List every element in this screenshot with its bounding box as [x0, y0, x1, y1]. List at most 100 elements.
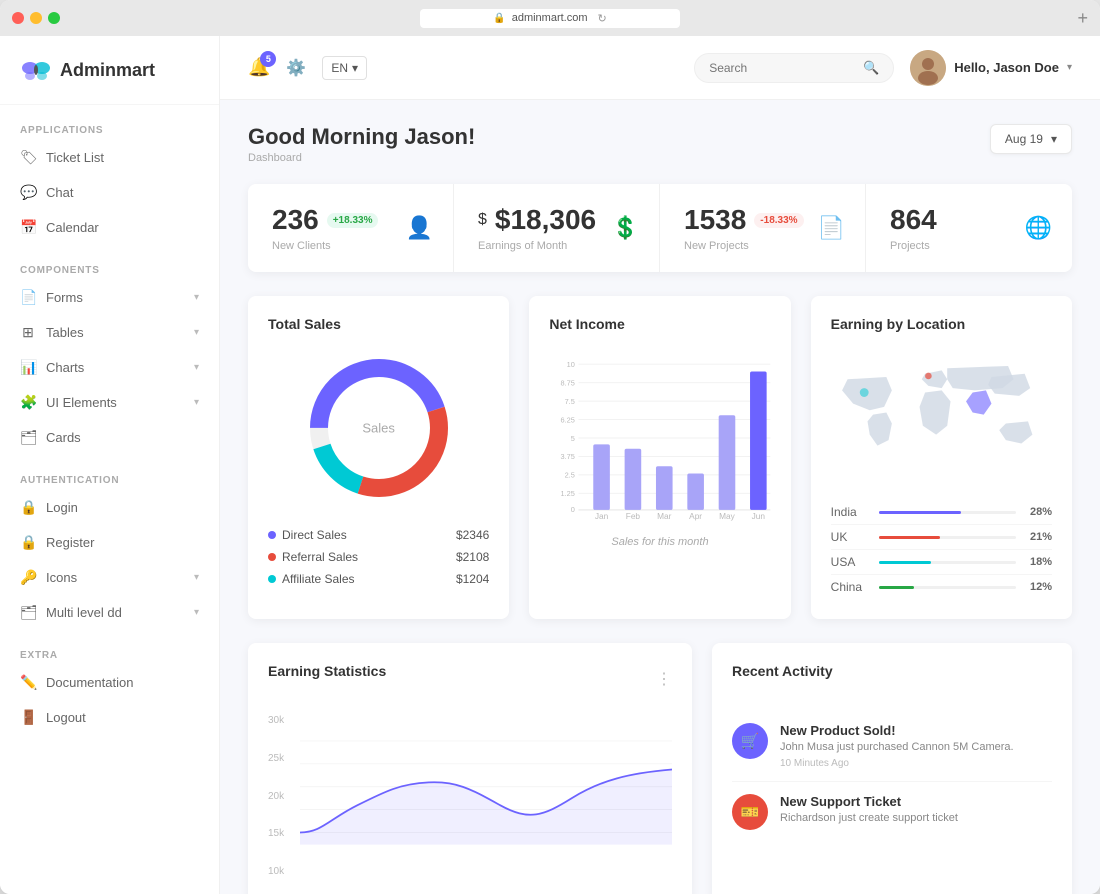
- china-bar-wrap: [879, 586, 1016, 589]
- search-input[interactable]: [709, 61, 855, 75]
- sidebar-item-documentation[interactable]: ✏️ Documentation: [0, 665, 219, 700]
- maximize-button[interactable]: [48, 12, 60, 24]
- breadcrumb: Dashboard: [248, 152, 475, 164]
- date-caret: ▾: [1051, 132, 1057, 146]
- svg-text:8.75: 8.75: [561, 378, 575, 387]
- india-label: India: [831, 505, 871, 519]
- clients-icon: 👤: [406, 215, 433, 241]
- sidebar-item-chat[interactable]: 💬 Chat: [0, 175, 219, 210]
- refresh-icon[interactable]: ↻: [598, 12, 607, 25]
- recent-activity-card: Recent Activity 🛒 New Product Sold! John…: [712, 643, 1072, 894]
- notification-bell[interactable]: 🔔 5: [248, 57, 270, 78]
- india-pct: 28%: [1024, 506, 1052, 518]
- lock-icon: 🔒: [493, 13, 505, 24]
- sidebar-label-ticket-list: Ticket List: [46, 150, 104, 165]
- product-sold-time: 10 Minutes Ago: [780, 758, 1014, 769]
- world-map: [831, 348, 1052, 488]
- india-bar: [879, 511, 961, 514]
- usa-label: USA: [831, 555, 871, 569]
- location-china: China 12%: [831, 575, 1052, 599]
- sidebar-item-login[interactable]: 🔒 Login: [0, 490, 219, 525]
- bar-chart-wrap: 10 8.75 7.5 6.25 5 3.75 2.5 1.25 0: [549, 348, 770, 528]
- y-label-30k: 30k: [268, 715, 300, 726]
- sidebar-item-tables[interactable]: ⊞ Tables ▾: [0, 315, 219, 350]
- date-picker[interactable]: Aug 19 ▾: [990, 124, 1072, 154]
- usa-bar-wrap: [879, 561, 1016, 564]
- section-title-components: COMPONENTS: [20, 265, 100, 276]
- product-sold-desc: John Musa just purchased Cannon 5M Camer…: [780, 740, 1014, 755]
- sidebar-label-calendar: Calendar: [46, 220, 99, 235]
- sidebar-item-cards[interactable]: 🗂 Cards: [0, 420, 219, 455]
- avatar: [910, 50, 946, 86]
- affiliate-sales-value: $1204: [456, 572, 489, 586]
- forms-icon: 📄: [20, 289, 36, 306]
- username-text: Jason Doe: [993, 60, 1059, 75]
- sidebar-item-charts[interactable]: 📊 Charts ▾: [0, 350, 219, 385]
- search-icon: 🔍: [863, 60, 879, 76]
- direct-sales-dot: [268, 531, 276, 539]
- minimize-button[interactable]: [30, 12, 42, 24]
- svg-text:0: 0: [571, 505, 575, 514]
- sidebar-section-applications: APPLICATIONS 🏷 Ticket List 💬 Chat 📅 Cale…: [0, 105, 219, 245]
- uk-pct: 21%: [1024, 531, 1052, 543]
- sidebar-label-multi-level: Multi level dd: [46, 605, 122, 620]
- donut-chart: Sales: [299, 348, 459, 508]
- sidebar-item-logout[interactable]: 🚪 Logout: [0, 700, 219, 735]
- charts-icon: 📊: [20, 359, 36, 376]
- y-label-15k: 15k: [268, 828, 300, 839]
- sidebar-item-icons[interactable]: 🔑 Icons ▾: [0, 560, 219, 595]
- url-bar[interactable]: 🔒 adminmart.com ↻: [420, 9, 680, 28]
- product-sold-icon: 🛒: [732, 723, 768, 759]
- svg-text:Mar: Mar: [657, 511, 672, 521]
- support-ticket-icon: 🎫: [732, 794, 768, 830]
- sidebar-label-cards: Cards: [46, 430, 81, 445]
- svg-text:5: 5: [571, 434, 575, 443]
- more-options-icon[interactable]: ⋮: [656, 669, 672, 689]
- bottom-row: Earning Statistics ⋮ 30k 25k 20k 15k 10k: [248, 643, 1072, 894]
- svg-text:7.5: 7.5: [565, 397, 575, 406]
- language-selector[interactable]: EN ▾: [322, 56, 367, 80]
- svg-text:1.25: 1.25: [561, 489, 575, 498]
- sidebar-item-multi-level[interactable]: 🗂 Multi level dd ▾: [0, 595, 219, 630]
- sidebar-item-ticket-list[interactable]: 🏷 Ticket List: [0, 140, 219, 175]
- activity-item-support-ticket: 🎫 New Support Ticket Richardson just cre…: [732, 782, 1052, 842]
- sidebar: Adminmart APPLICATIONS 🏷 Ticket List 💬 C…: [0, 36, 220, 894]
- stat-badge-projects: -18.33%: [754, 213, 803, 228]
- titlebar: 🔒 adminmart.com ↻ +: [0, 0, 1100, 36]
- sidebar-label-forms: Forms: [46, 290, 83, 305]
- sidebar-item-register[interactable]: 🔒 Register: [0, 525, 219, 560]
- icons-arrow: ▾: [194, 572, 199, 583]
- sidebar-item-calendar[interactable]: 📅 Calendar: [0, 210, 219, 245]
- svg-text:Jun: Jun: [752, 511, 766, 521]
- activity-content-support: New Support Ticket Richardson just creat…: [780, 794, 958, 826]
- search-bar: 🔍: [694, 53, 894, 83]
- earning-stats-title: Earning Statistics: [268, 663, 386, 679]
- language-label: EN: [331, 61, 348, 75]
- register-icon: 🔒: [20, 534, 36, 551]
- sidebar-item-forms[interactable]: 📄 Forms ▾: [0, 280, 219, 315]
- close-button[interactable]: [12, 12, 24, 24]
- sidebar-label-tables: Tables: [46, 325, 84, 340]
- new-projects-icon: 📄: [818, 215, 845, 241]
- new-tab-button[interactable]: +: [1077, 8, 1088, 29]
- sidebar-label-login: Login: [46, 500, 78, 515]
- cards-icon: 🗂: [20, 429, 36, 446]
- header-username: Hello, Jason Doe: [954, 60, 1059, 75]
- page-header: Good Morning Jason! Dashboard Aug 19 ▾: [248, 124, 1072, 164]
- bar-chart-svg: 10 8.75 7.5 6.25 5 3.75 2.5 1.25 0: [549, 348, 770, 528]
- page-title: Good Morning Jason!: [248, 124, 475, 150]
- traffic-lights: [12, 12, 60, 24]
- sidebar-label-charts: Charts: [46, 360, 84, 375]
- location-usa: USA 18%: [831, 550, 1052, 575]
- user-menu[interactable]: Hello, Jason Doe ▾: [910, 50, 1072, 86]
- support-ticket-title: New Support Ticket: [780, 794, 958, 809]
- uk-label: UK: [831, 530, 871, 544]
- settings-icon[interactable]: ⚙️: [286, 58, 306, 78]
- stat-label-projects-new: New Projects: [684, 240, 841, 252]
- tables-arrow: ▾: [194, 327, 199, 338]
- product-sold-title: New Product Sold!: [780, 723, 1014, 738]
- usa-pct: 18%: [1024, 556, 1052, 568]
- ui-elements-arrow: ▾: [194, 397, 199, 408]
- sidebar-item-ui-elements[interactable]: 🧩 UI Elements ▾: [0, 385, 219, 420]
- section-title-applications: APPLICATIONS: [20, 125, 103, 136]
